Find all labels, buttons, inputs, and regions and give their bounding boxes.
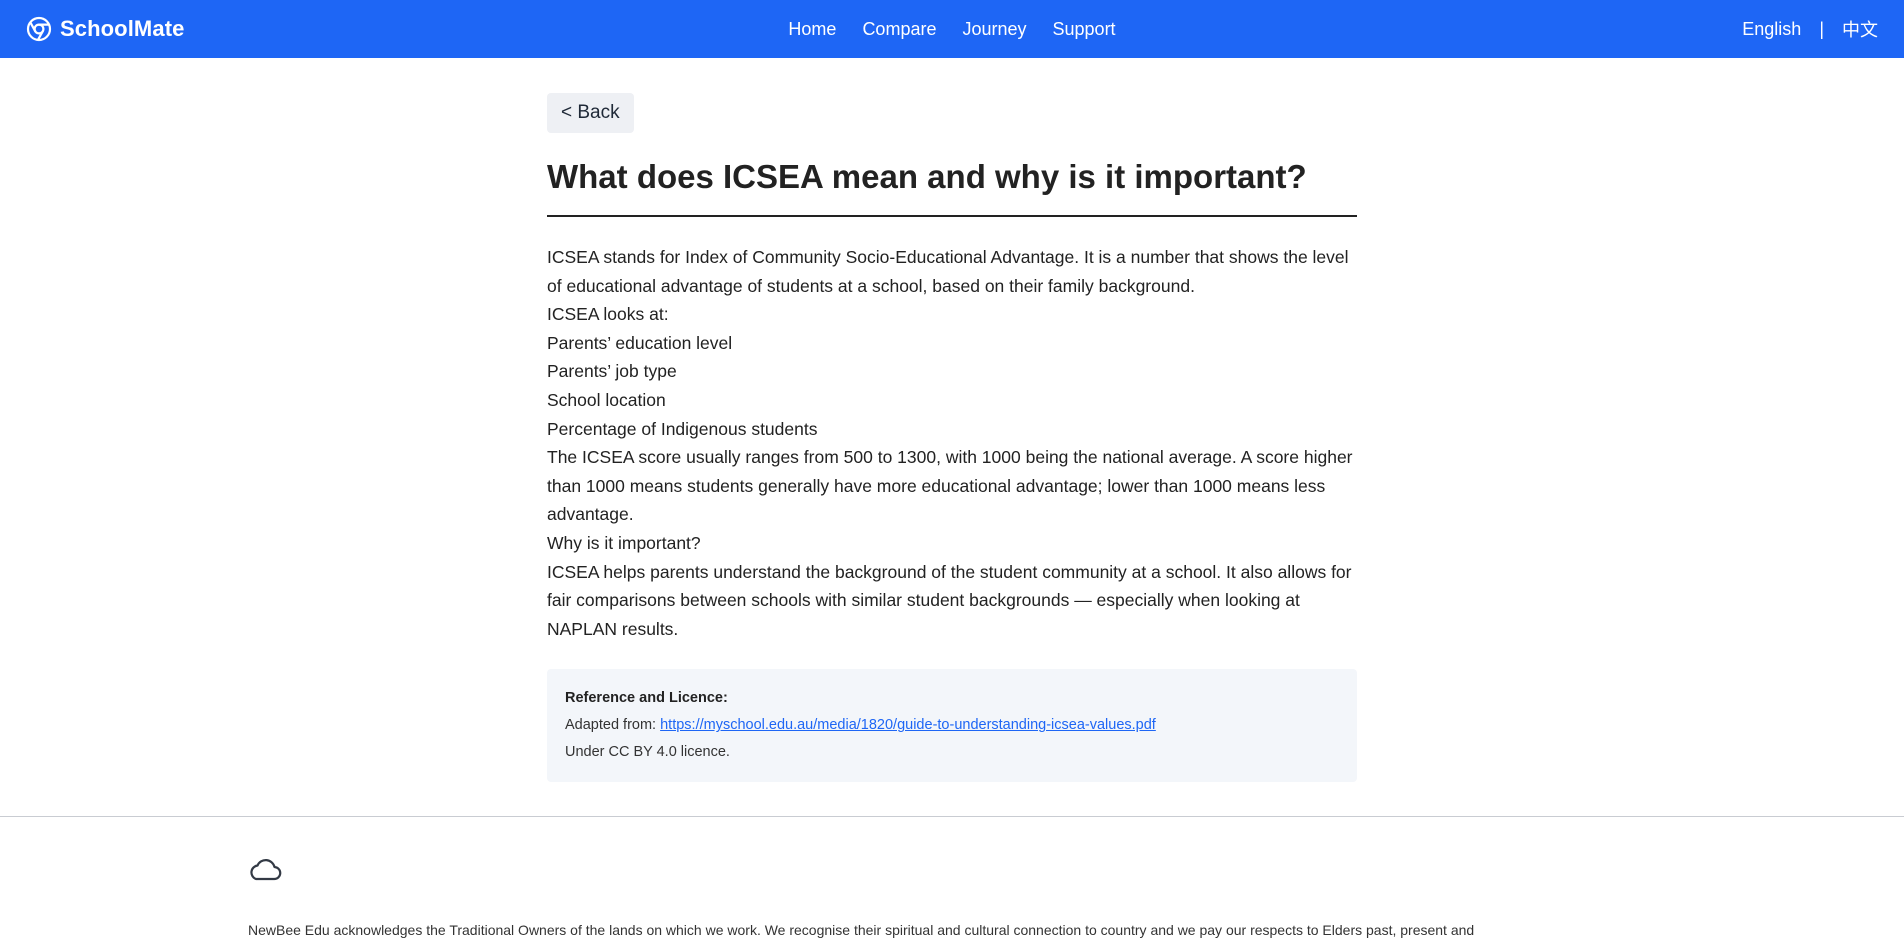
brand-logo[interactable]: SchoolMate bbox=[26, 0, 184, 58]
page-title: What does ICSEA mean and why is it impor… bbox=[547, 157, 1357, 217]
importance-paragraph: ICSEA helps parents understand the backg… bbox=[547, 561, 1352, 639]
reference-prefix: Adapted from: bbox=[565, 717, 661, 734]
reference-link[interactable]: https://myschool.edu.au/media/1820/guide… bbox=[660, 717, 1156, 733]
score-range-paragraph: The ICSEA score usually ranges from 500 … bbox=[547, 447, 1353, 525]
intro-paragraph: ICSEA stands for Index of Community Soci… bbox=[547, 247, 1349, 296]
chrome-logo-icon bbox=[26, 16, 52, 42]
footer: NewBee Edu acknowledges the Traditional … bbox=[0, 816, 1904, 938]
reference-box: Reference and Licence: Adapted from: htt… bbox=[547, 669, 1357, 783]
main-nav: Home Compare Journey Support bbox=[0, 0, 1904, 58]
article: < Back What does ICSEA mean and why is i… bbox=[547, 93, 1357, 783]
looks-at-heading: ICSEA looks at: bbox=[547, 304, 669, 325]
factor-item: School location bbox=[547, 389, 666, 410]
top-navbar: SchoolMate Home Compare Journey Support … bbox=[0, 0, 1904, 58]
acknowledgement-text: NewBee Edu acknowledges the Traditional … bbox=[248, 922, 1475, 938]
nav-home[interactable]: Home bbox=[788, 19, 836, 40]
nav-journey[interactable]: Journey bbox=[962, 19, 1026, 40]
language-switcher: English | 中文 bbox=[1742, 0, 1878, 58]
nav-support[interactable]: Support bbox=[1053, 19, 1116, 40]
lang-english[interactable]: English bbox=[1742, 19, 1801, 40]
factor-item: Parents’ job type bbox=[547, 361, 677, 382]
factor-item: Parents’ education level bbox=[547, 332, 733, 353]
nav-compare[interactable]: Compare bbox=[862, 19, 936, 40]
back-button[interactable]: < Back bbox=[547, 93, 634, 133]
lang-separator: | bbox=[1819, 18, 1824, 39]
lang-chinese[interactable]: 中文 bbox=[1842, 16, 1878, 42]
article-body: ICSEA stands for Index of Community Soci… bbox=[547, 243, 1357, 643]
brand-name: SchoolMate bbox=[60, 16, 185, 41]
reference-source: Adapted from: https://myschool.edu.au/me… bbox=[565, 712, 1339, 739]
cloud-icon bbox=[247, 857, 283, 888]
licence-text: Under CC BY 4.0 licence. bbox=[565, 744, 730, 761]
importance-heading: Why is it important? bbox=[547, 532, 701, 553]
factor-item: Percentage of Indigenous students bbox=[547, 418, 818, 439]
reference-title: Reference and Licence: bbox=[565, 690, 728, 707]
